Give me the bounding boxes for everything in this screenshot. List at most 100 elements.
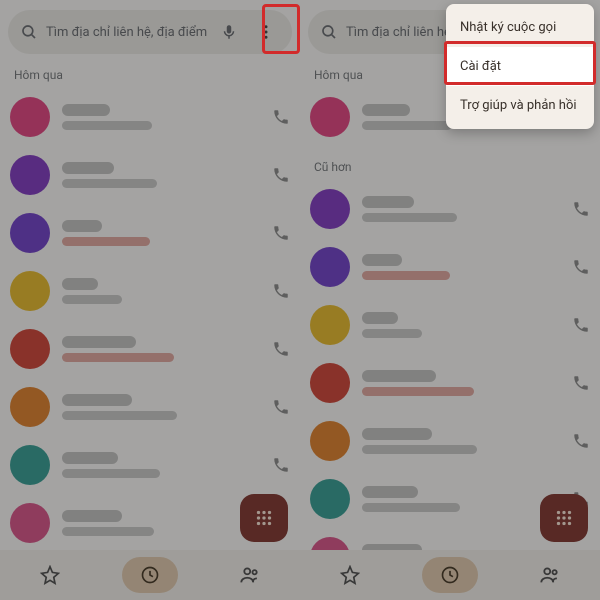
contact-name-blurred xyxy=(62,162,114,174)
call-icon[interactable] xyxy=(572,432,590,450)
call-icon[interactable] xyxy=(272,456,290,474)
call-log-row[interactable] xyxy=(0,378,300,436)
contact-avatar xyxy=(310,363,350,403)
bottom-nav xyxy=(0,550,300,600)
call-icon[interactable] xyxy=(272,398,290,416)
nav-contacts[interactable] xyxy=(522,557,578,593)
contact-avatar xyxy=(310,305,350,345)
menu-help[interactable]: Trợ giúp và phản hồi xyxy=(446,86,594,125)
call-log-row[interactable] xyxy=(0,204,300,262)
nav-favorites[interactable] xyxy=(22,557,78,593)
call-icon[interactable] xyxy=(272,224,290,242)
call-log-row[interactable] xyxy=(0,146,300,204)
contact-avatar xyxy=(10,329,50,369)
call-log-row[interactable] xyxy=(300,296,600,354)
mic-icon[interactable] xyxy=(220,23,238,41)
contact-name-blurred xyxy=(362,312,398,324)
menu-call-log[interactable]: Nhật ký cuộc gọi xyxy=(446,8,594,47)
contact-name-blurred xyxy=(62,220,102,232)
row-body xyxy=(62,162,260,188)
contact-name-blurred xyxy=(362,104,410,116)
nav-recents[interactable] xyxy=(122,557,178,593)
call-icon[interactable] xyxy=(272,108,290,126)
call-detail-blurred xyxy=(362,213,457,222)
call-detail-blurred xyxy=(362,329,422,338)
contact-name-blurred xyxy=(362,486,418,498)
call-detail-blurred xyxy=(62,411,177,420)
contact-name-blurred xyxy=(62,510,122,522)
call-log-row[interactable] xyxy=(300,412,600,470)
dialpad-fab[interactable] xyxy=(240,494,288,542)
search-icon xyxy=(20,23,38,41)
contact-name-blurred xyxy=(362,254,402,266)
contact-avatar xyxy=(10,155,50,195)
call-log-row[interactable] xyxy=(300,180,600,238)
call-log-row[interactable] xyxy=(0,88,300,146)
call-detail-blurred xyxy=(62,237,150,246)
contact-avatar xyxy=(10,445,50,485)
nav-contacts[interactable] xyxy=(222,557,278,593)
call-icon[interactable] xyxy=(272,282,290,300)
nav-favorites[interactable] xyxy=(322,557,378,593)
row-body xyxy=(362,370,560,396)
call-icon[interactable] xyxy=(572,374,590,392)
tutorial-side-by-side: Tìm địa chỉ liên hệ, địa điểm Hôm qua xyxy=(0,0,600,600)
call-log-row[interactable] xyxy=(0,436,300,494)
contact-avatar xyxy=(310,189,350,229)
call-detail-blurred xyxy=(362,387,474,396)
call-detail-blurred xyxy=(62,469,160,478)
call-detail-blurred xyxy=(62,527,154,536)
contact-avatar xyxy=(10,503,50,543)
row-body xyxy=(62,278,260,304)
phone-app-right: Tìm địa chỉ liên hệ, địa điểm Hôm qua Cũ… xyxy=(300,0,600,600)
call-icon[interactable] xyxy=(272,166,290,184)
row-body xyxy=(362,312,560,338)
contact-name-blurred xyxy=(62,336,136,348)
contact-name-blurred xyxy=(362,370,436,382)
contact-name-blurred xyxy=(62,104,110,116)
call-icon[interactable] xyxy=(572,258,590,276)
call-detail-blurred xyxy=(62,179,157,188)
call-list xyxy=(0,88,300,552)
contact-avatar xyxy=(10,271,50,311)
section-older: Cũ hơn xyxy=(300,146,600,180)
row-body xyxy=(62,510,260,536)
dialpad-fab[interactable] xyxy=(540,494,588,542)
menu-settings[interactable]: Cài đặt xyxy=(446,47,594,86)
call-detail-blurred xyxy=(362,271,450,280)
call-detail-blurred xyxy=(62,353,174,362)
call-icon[interactable] xyxy=(272,340,290,358)
contact-name-blurred xyxy=(62,278,98,290)
search-placeholder: Tìm địa chỉ liên hệ, địa điểm xyxy=(46,25,212,40)
highlight-more-button xyxy=(262,4,300,54)
call-icon[interactable] xyxy=(572,316,590,334)
nav-recents[interactable] xyxy=(422,557,478,593)
phone-app-left: Tìm địa chỉ liên hệ, địa điểm Hôm qua xyxy=(0,0,300,600)
call-log-row[interactable] xyxy=(0,262,300,320)
row-body xyxy=(62,394,260,420)
contact-avatar xyxy=(310,247,350,287)
call-icon[interactable] xyxy=(572,200,590,218)
row-body xyxy=(362,196,560,222)
search-icon xyxy=(320,23,338,41)
row-body xyxy=(62,104,260,130)
call-log-row[interactable] xyxy=(300,238,600,296)
call-log-row[interactable] xyxy=(300,354,600,412)
row-body xyxy=(62,336,260,362)
row-body xyxy=(62,220,260,246)
contact-avatar xyxy=(10,213,50,253)
contact-avatar xyxy=(310,421,350,461)
contact-name-blurred xyxy=(62,394,132,406)
contact-name-blurred xyxy=(362,196,414,208)
contact-avatar xyxy=(310,97,350,137)
contact-avatar xyxy=(10,387,50,427)
contact-avatar xyxy=(10,97,50,137)
row-body xyxy=(362,254,560,280)
call-log-row[interactable] xyxy=(0,320,300,378)
row-body xyxy=(62,452,260,478)
overflow-menu: Nhật ký cuộc gọi Cài đặt Trợ giúp và phả… xyxy=(446,4,594,129)
contact-name-blurred xyxy=(62,452,118,464)
row-body xyxy=(362,428,560,454)
call-detail-blurred xyxy=(362,503,460,512)
search-bar[interactable]: Tìm địa chỉ liên hệ, địa điểm xyxy=(8,10,292,54)
